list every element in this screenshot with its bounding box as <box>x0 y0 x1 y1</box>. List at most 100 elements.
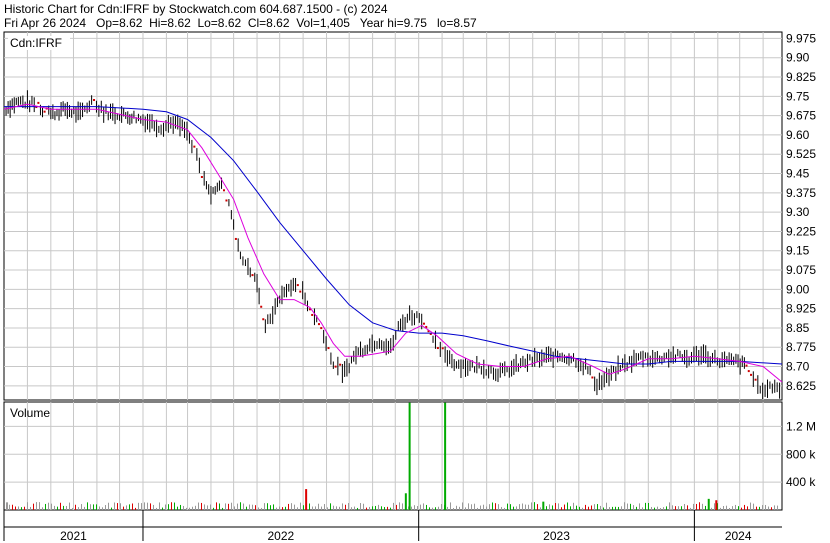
volume-bar <box>564 504 565 510</box>
volume-bar <box>630 503 631 510</box>
volume-bar <box>582 507 583 510</box>
volume-bar <box>753 503 754 510</box>
volume-bar <box>636 506 637 510</box>
volume-bar <box>357 507 358 510</box>
volume-bar <box>303 505 304 510</box>
volume-bar <box>615 506 616 510</box>
volume-bar <box>726 505 727 510</box>
price-dot <box>327 347 330 350</box>
volume-bar <box>573 502 574 510</box>
price-dot <box>200 175 203 178</box>
volume-bar <box>486 506 487 510</box>
volume-bar <box>678 506 679 510</box>
volume-bar <box>216 502 217 510</box>
volume-bar <box>519 504 520 510</box>
volume-bar <box>462 502 463 510</box>
volume-bar <box>195 505 196 510</box>
volume-bar <box>270 505 271 510</box>
volume-bar <box>660 507 661 510</box>
volume-bar <box>612 506 613 510</box>
price-tick-label: 8.625 <box>786 379 816 393</box>
volume-bar <box>372 506 373 510</box>
price-dot <box>37 101 40 104</box>
volume-bar <box>285 506 286 510</box>
volume-bar <box>480 505 481 510</box>
volume-axis: 1.2 M 800 k 400 k <box>786 419 816 489</box>
volume-bar <box>282 507 283 510</box>
volume-bar <box>567 502 568 510</box>
price-dot <box>754 378 757 381</box>
volume-bar <box>618 506 619 510</box>
year-label: 2021 <box>60 529 87 543</box>
volume-bar <box>192 506 193 510</box>
price-dot <box>222 189 225 192</box>
volume-bar <box>684 503 685 510</box>
volume-bar <box>156 507 157 510</box>
volume-bar <box>690 507 691 510</box>
volume-bar <box>336 506 337 510</box>
volume-bar <box>441 504 442 510</box>
price-dot <box>339 363 342 366</box>
volume-bar <box>645 502 646 510</box>
volume-bar <box>531 502 532 510</box>
volume-bar <box>297 507 298 510</box>
volume-bar <box>432 507 433 510</box>
price-tick-label: 8.70 <box>786 360 810 374</box>
price-dot <box>262 318 265 321</box>
volume-bar <box>402 503 403 510</box>
volume-bar <box>66 506 67 510</box>
volume-bar <box>60 502 61 510</box>
volume-bar <box>120 503 121 510</box>
volume-bar <box>774 505 775 510</box>
volume-bar <box>153 504 154 510</box>
volume-bar <box>300 502 301 510</box>
volume-bar <box>213 507 214 510</box>
volume-bar <box>366 507 367 510</box>
volume-bar <box>39 502 40 510</box>
price-tick-label: 9.30 <box>786 205 810 219</box>
volume-bar <box>729 507 730 510</box>
volume-tick-label: 800 k <box>786 447 816 461</box>
volume-bar <box>723 506 724 510</box>
volume-bar <box>423 503 424 510</box>
volume-bar <box>78 507 79 510</box>
volume-bar <box>387 506 388 510</box>
price-dot <box>311 313 314 316</box>
volume-bar <box>777 505 778 510</box>
volume-bar <box>273 504 274 510</box>
volume-tick-label: 1.2 M <box>786 419 816 433</box>
volume-bar <box>501 506 502 510</box>
volume-bar <box>483 504 484 510</box>
volume-bar <box>570 506 571 510</box>
price-dot <box>745 364 748 367</box>
volume-bar <box>9 504 10 510</box>
volume-bar <box>267 503 268 510</box>
volume-bar <box>132 503 133 510</box>
volume-bar <box>492 502 493 510</box>
volume-bar <box>528 504 529 510</box>
volume-bar <box>201 502 202 510</box>
volume-bar <box>333 505 334 510</box>
volume-bar <box>558 503 559 510</box>
volume-bar <box>87 502 88 510</box>
volume-bar <box>555 503 556 510</box>
year-label: 2023 <box>543 529 570 543</box>
volume-spike <box>707 498 710 510</box>
volume-bar <box>141 503 142 510</box>
price-tick-label: 8.925 <box>786 302 816 316</box>
volume-bar <box>186 507 187 510</box>
volume-spike <box>404 493 407 510</box>
volume-spike <box>408 402 411 510</box>
price-dot <box>299 290 302 293</box>
volume-bar <box>561 507 562 510</box>
volume-bar <box>162 507 163 510</box>
price-dot <box>436 347 439 350</box>
volume-bar <box>255 505 256 510</box>
volume-tick-label: 400 k <box>786 475 816 489</box>
volume-bar <box>48 502 49 510</box>
volume-bar <box>264 503 265 510</box>
volume-bar <box>759 506 760 510</box>
volume-bar <box>360 503 361 510</box>
volume-bar <box>159 502 160 510</box>
volume-bar <box>438 506 439 510</box>
